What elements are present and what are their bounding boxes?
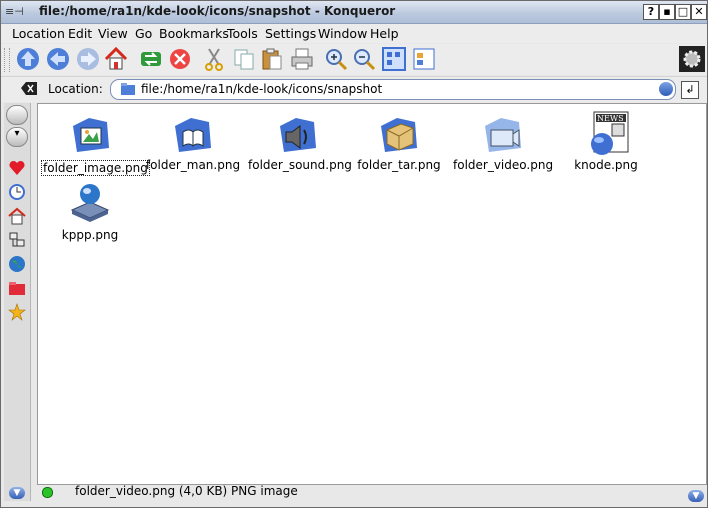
folder-icon [121,83,135,95]
print-icon[interactable] [289,46,315,72]
file-item[interactable]: folder_sound.png [248,110,352,172]
reload-icon[interactable] [138,46,164,72]
file-item[interactable]: kppp.png [40,180,140,242]
location-bar: Location: file:/home/ra1n/kde-look/icons… [1,76,707,102]
split-view-icon[interactable] [411,46,437,72]
status-bar: folder_video.png (4,0 KB) PNG image [37,484,705,500]
forward-arrow-icon[interactable] [75,46,101,72]
menu-go[interactable]: Go [135,26,152,41]
sidebar-scroll-down-icon[interactable]: ▼ [9,487,25,499]
sidebar-menu-icon[interactable]: ▾ [6,127,28,147]
up-arrow-icon[interactable] [15,46,41,72]
menu-edit[interactable]: Edit [68,26,92,41]
folder-video-icon [479,110,527,158]
copy-icon[interactable] [231,46,257,72]
menu-location[interactable]: Location [12,26,65,41]
menu-settings[interactable]: Settings [265,26,316,41]
menu-tools[interactable]: Tools [227,26,258,41]
home-icon[interactable] [103,46,129,72]
home-icon[interactable] [8,207,26,225]
file-name: folder_video.png [453,158,554,172]
maximize-button[interactable]: □ [675,4,691,20]
folder-image-icon [67,110,115,158]
toolbar-grip[interactable] [4,48,10,72]
minimize-button[interactable]: ▪ [659,4,675,20]
konqueror-gear-icon[interactable] [679,46,705,72]
file-item[interactable]: folder_image.png [41,110,150,176]
file-item[interactable]: folder_man.png [143,110,243,172]
title-bar[interactable]: ≡⊣ file:/home/ra1n/kde-look/icons/snapsh… [1,1,707,24]
menu-bar: Location Edit View Go Bookmarks Tools Se… [1,24,707,43]
location-input[interactable]: file:/home/ra1n/kde-look/icons/snapshot [110,79,676,100]
window-title: file:/home/ra1n/kde-look/icons/snapshot … [39,4,396,18]
clear-location-icon[interactable] [21,82,37,95]
menu-help[interactable]: Help [370,26,399,41]
file-item[interactable]: NEWS knode.png [556,110,656,172]
kppp-icon [66,180,114,228]
close-button[interactable]: ✕ [691,4,707,20]
location-label: Location: [48,82,103,96]
menu-bookmarks[interactable]: Bookmarks [159,26,229,41]
file-name: knode.png [574,158,638,172]
go-icon[interactable]: ↲ [681,81,699,99]
file-item[interactable]: folder_tar.png [349,110,449,172]
chevron-down-icon[interactable] [659,82,673,96]
clock-icon[interactable] [8,183,26,201]
folder-sound-icon [274,110,322,158]
knode-news-icon: NEWS [582,110,630,158]
menu-view[interactable]: View [98,26,128,41]
stop-icon[interactable] [167,46,193,72]
pin-icon[interactable]: ≡⊣ [5,5,31,19]
cut-icon[interactable] [201,46,227,72]
menu-window[interactable]: Window [318,26,367,41]
file-name: folder_tar.png [357,158,441,172]
folder-red-icon[interactable] [8,279,26,297]
history-heart-icon[interactable] [8,159,26,177]
globe-icon[interactable] [8,255,26,273]
main-toolbar [1,44,707,75]
folder-man-icon [169,110,217,158]
svg-text:NEWS: NEWS [597,114,624,123]
status-text: folder_video.png (4,0 KB) PNG image [75,484,298,498]
zoom-out-icon[interactable] [351,46,377,72]
icon-view-icon[interactable] [381,46,407,72]
sidebar-scroll-up-icon[interactable] [6,105,28,125]
file-name: folder_man.png [145,158,241,172]
network-icon[interactable] [8,231,26,249]
file-name: kppp.png [61,228,119,242]
file-name: folder_image.png [41,160,150,176]
sidebar-navigation: ▾ ▼ [4,103,31,501]
folder-tar-icon [375,110,423,158]
file-name: folder_sound.png [248,158,352,172]
location-value: file:/home/ra1n/kde-look/icons/snapshot [141,82,383,96]
status-led-icon [42,487,53,498]
zoom-in-icon[interactable] [323,46,349,72]
konqueror-window: ≡⊣ file:/home/ra1n/kde-look/icons/snapsh… [0,0,708,508]
help-button[interactable]: ? [643,4,659,20]
star-icon[interactable] [8,303,26,321]
paste-icon[interactable] [259,46,285,72]
back-arrow-icon[interactable] [45,46,71,72]
file-item[interactable]: folder_video.png [453,110,553,172]
file-icon-view[interactable]: folder_image.png folder_man.png folder_s… [37,103,707,502]
